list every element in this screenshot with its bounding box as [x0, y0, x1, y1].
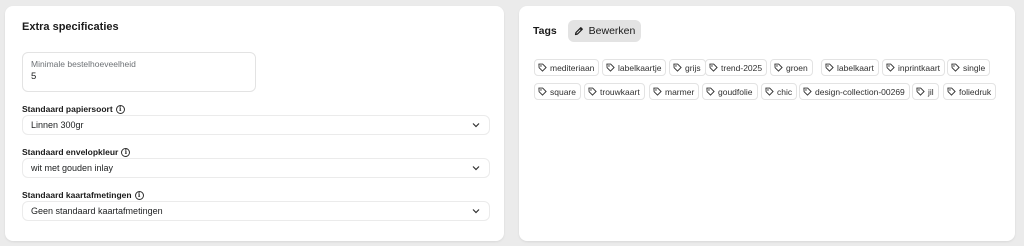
tag-label: single	[963, 62, 986, 73]
tag-icon	[588, 87, 597, 96]
envelope-color-select[interactable]: wit met gouden inlay	[22, 158, 490, 178]
paper-type-label-row: Standaard papiersoort i	[22, 104, 125, 114]
card-size-label: Standaard kaartafmetingen	[22, 190, 132, 200]
tag-chip: trend-2025	[705, 59, 768, 76]
tag-icon	[951, 63, 960, 72]
tag-icon	[653, 87, 662, 96]
tag-icon	[916, 87, 925, 96]
envelope-color-value: wit met gouden inlay	[31, 163, 114, 173]
tag-chip: labelkaartje	[602, 59, 667, 76]
tag-label: design-collection-00269	[815, 86, 905, 97]
min-order-quantity-input[interactable]	[31, 71, 231, 82]
tag-label: grijs	[685, 62, 701, 73]
tag-chip: jil	[912, 83, 939, 100]
min-order-quantity-label: Minimale bestelhoeveelheid	[31, 59, 136, 69]
paper-type-label: Standaard papiersoort	[22, 104, 113, 114]
tag-icon	[709, 63, 718, 72]
tag-chip: groen	[770, 59, 813, 76]
pencil-icon	[574, 27, 583, 36]
edit-tags-button[interactable]: Bewerken	[568, 20, 641, 42]
tag-icon	[825, 63, 834, 72]
extra-specs-card: Extra specificaties Minimale bestelhoeve…	[5, 6, 504, 241]
tag-label: inprintkaart	[898, 62, 941, 73]
tag-chip: labelkaart	[821, 59, 879, 76]
tag-label: goudfolie	[718, 86, 753, 97]
tag-label: chic	[777, 86, 793, 97]
tag-label: groen	[786, 62, 808, 73]
tag-label: mediteriaan	[550, 62, 595, 73]
tag-chip: single	[947, 59, 991, 76]
tag-icon	[706, 87, 715, 96]
tag-icon	[765, 87, 774, 96]
chevron-down-icon	[472, 123, 480, 128]
tag-icon	[774, 63, 783, 72]
card-size-select[interactable]: Geen standaard kaartafmetingen	[22, 201, 490, 221]
chevron-down-icon	[472, 209, 480, 214]
tag-icon	[606, 63, 615, 72]
min-order-quantity-field[interactable]: Minimale bestelhoeveelheid	[22, 52, 256, 92]
tag-chip: design-collection-00269	[799, 83, 910, 100]
tag-label: labelkaart	[837, 62, 874, 73]
info-icon[interactable]: i	[134, 190, 144, 200]
tag-label: foliedruk	[959, 86, 992, 97]
tag-chip: chic	[761, 83, 798, 100]
info-icon[interactable]: i	[115, 104, 125, 114]
paper-type-value: Linnen 300gr	[31, 120, 84, 130]
tags-title: Tags	[533, 25, 557, 37]
tag-icon	[538, 87, 547, 96]
tag-label: marmer	[665, 86, 695, 97]
tag-label: trouwkaart	[600, 86, 640, 97]
tag-chip: foliedruk	[943, 83, 997, 100]
tag-label: trend-2025	[721, 62, 763, 73]
tag-label: jil	[928, 86, 934, 97]
tag-label: labelkaartje	[618, 62, 662, 73]
tag-icon	[947, 87, 956, 96]
tag-label: square	[550, 86, 576, 97]
envelope-color-label-row: Standaard envelopkleur i	[22, 147, 131, 157]
edit-tags-label: Bewerken	[588, 25, 636, 37]
chevron-down-icon	[472, 166, 480, 171]
info-icon[interactable]: i	[121, 147, 131, 157]
paper-type-select[interactable]: Linnen 300gr	[22, 115, 490, 135]
card-size-value: Geen standaard kaartafmetingen	[31, 206, 163, 216]
envelope-color-label: Standaard envelopkleur	[22, 147, 119, 157]
tags-card: Tags Bewerken mediteriaan labelkaartje g…	[519, 6, 1015, 241]
tag-chip: mediteriaan	[534, 59, 600, 76]
tag-chip: square	[534, 83, 581, 100]
tag-chip: marmer	[649, 83, 700, 100]
tag-icon	[538, 63, 547, 72]
tag-chip: inprintkaart	[882, 59, 946, 76]
tag-chip: goudfolie	[702, 83, 758, 100]
tag-chip: trouwkaart	[584, 83, 645, 100]
tag-icon	[886, 63, 895, 72]
tag-chip: grijs	[669, 59, 706, 76]
card-size-label-row: Standaard kaartafmetingen i	[22, 190, 144, 200]
extra-specs-title: Extra specificaties	[22, 21, 119, 33]
tag-icon	[673, 63, 682, 72]
tag-icon	[803, 87, 812, 96]
